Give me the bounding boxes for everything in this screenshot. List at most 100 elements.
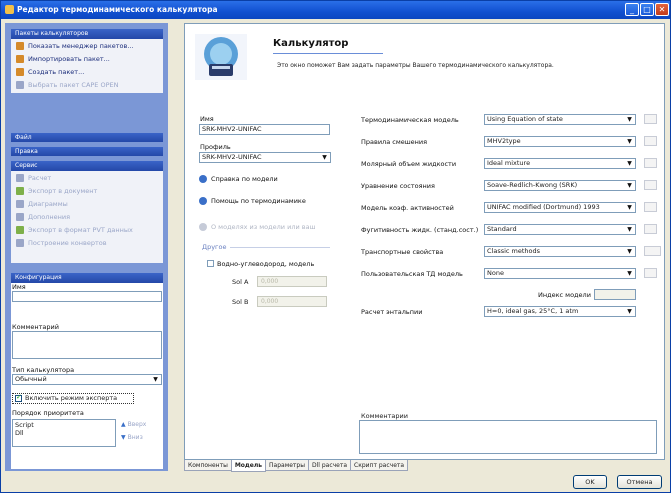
addons-item[interactable]: Дополнения (11, 210, 163, 223)
thermo-model-select[interactable]: Using Equation of state ▼ (484, 114, 636, 125)
sol-a-input[interactable]: 0,000 (257, 276, 327, 287)
chevron-down-icon: ▼ (627, 204, 632, 211)
page-description: Это окно поможет Вам задать параметры Ва… (277, 62, 554, 69)
help-model-label: Справка по модели (211, 175, 278, 183)
cape-open-icon (16, 80, 24, 89)
app-icon (5, 5, 14, 14)
enthalpy-select[interactable]: H=0, ideal gas, 25°C, 1 atm ▼ (484, 306, 636, 317)
priority-item[interactable]: Script (15, 421, 113, 429)
chevron-down-icon: ▼ (627, 308, 632, 315)
create-package-item[interactable]: Создать пакет... (11, 65, 163, 78)
mixing-rules-label: Правила смешения (361, 138, 428, 146)
transport-side-button[interactable] (644, 246, 661, 256)
export-document-label: Экспорт в документ (28, 186, 98, 195)
show-package-manager-item[interactable]: Показать менеджер пакетов... (11, 39, 163, 52)
thermo-model-side-button[interactable] (644, 114, 657, 124)
chevron-down-icon: ▼ (322, 154, 327, 161)
cancel-button[interactable]: Отмена (617, 475, 662, 489)
import-package-item[interactable]: Импортировать пакет... (11, 52, 163, 65)
file-section-bar[interactable]: Файл (11, 133, 163, 142)
priority-item[interactable]: Dll (15, 429, 113, 437)
ok-button[interactable]: OK (573, 475, 607, 489)
water-hc-label: Водно-углеводород, модель (217, 260, 315, 268)
calculate-item[interactable]: Расчет (11, 171, 163, 184)
group-divider (230, 247, 330, 248)
mixing-rules-side-button[interactable] (644, 136, 657, 146)
export-pvt-icon (16, 225, 24, 234)
comments-textarea[interactable] (359, 420, 657, 454)
help-icon (199, 175, 207, 183)
arrow-up-icon: ▲ (121, 421, 126, 428)
close-button[interactable]: ✕ (655, 3, 669, 16)
create-package-label: Создать пакет... (28, 67, 85, 76)
enthalpy-label: Расчет энтальпии (361, 308, 423, 316)
config-header[interactable]: Конфигурация (11, 273, 163, 283)
based-on-link[interactable]: О моделях из модели или ваш (199, 223, 316, 231)
fugacity-label: Фугитивность жидк. (станд.сост.) (361, 226, 479, 234)
help-thermo-link[interactable]: Помощь по термодинамике (199, 197, 306, 205)
model-index-input[interactable] (594, 289, 636, 300)
based-on-label: О моделях из модели или ваш (211, 223, 316, 231)
main-window: Редактор термодинамического калькулятора… (0, 0, 671, 493)
fugacity-side-button[interactable] (644, 224, 657, 234)
other-group: Другое Водно-углеводород, модель Sol A 0… (202, 243, 332, 307)
eos-select[interactable]: Soave-Redlich-Kwong (SRK) ▼ (484, 180, 636, 191)
help-model-link[interactable]: Справка по модели (199, 175, 278, 183)
fugacity-select[interactable]: Standard ▼ (484, 224, 636, 235)
calc-type-select[interactable]: Обычный ▼ (12, 374, 162, 385)
calculator-header-icon (195, 34, 247, 80)
liquid-volume-side-button[interactable] (644, 158, 657, 168)
create-package-icon (16, 67, 24, 76)
maximize-button[interactable]: □ (640, 3, 654, 16)
priority-list[interactable]: Script Dll (12, 419, 116, 447)
config-name-label: Имя (12, 283, 26, 291)
eos-label: Уравнение состояния (361, 182, 435, 190)
thermo-model-value: Using Equation of state (487, 115, 563, 123)
thermo-model-label: Термодинамическая модель (361, 116, 459, 124)
arrow-down-icon: ▼ (121, 434, 126, 441)
eos-side-button[interactable] (644, 180, 657, 190)
config-comment-input[interactable] (12, 331, 162, 359)
activity-model-side-button[interactable] (644, 202, 657, 212)
liquid-volume-select[interactable]: Ideal mixture ▼ (484, 158, 636, 169)
tab-calc-script[interactable]: Скрипт расчета (350, 460, 409, 471)
priority-down-button[interactable]: ▼ Вниз (121, 434, 143, 441)
liquid-volume-value: Ideal mixture (487, 159, 531, 167)
activity-model-select[interactable]: UNIFAC modified (Dortmund) 1993 ▼ (484, 202, 636, 213)
sol-b-input[interactable]: 0,000 (257, 296, 327, 307)
export-pvt-item[interactable]: Экспорт в формат PVT данных (11, 223, 163, 236)
minimize-button[interactable]: _ (625, 3, 639, 16)
profile-select[interactable]: SRK-MHV2-UNIFAC ▼ (199, 152, 331, 163)
tab-components[interactable]: Компоненты (184, 460, 232, 471)
envelope-icon (16, 238, 24, 247)
user-model-select[interactable]: None ▼ (484, 268, 636, 279)
config-name-input[interactable] (12, 291, 162, 302)
model-name-input[interactable]: SRK-MHV2-UNIFAC (199, 124, 330, 135)
expert-mode-checkbox[interactable]: Включить режим эксперта (12, 393, 134, 404)
export-document-item[interactable]: Экспорт в документ (11, 184, 163, 197)
eos-value: Soave-Redlich-Kwong (SRK) (487, 181, 578, 189)
tab-calc-dll[interactable]: Dll расчета (307, 460, 352, 471)
transport-select[interactable]: Classic methods ▼ (484, 246, 636, 257)
cape-open-item[interactable]: Выбрать пакет CAPE OPEN (11, 78, 163, 91)
tab-parameters[interactable]: Параметры (265, 460, 309, 471)
title-bar[interactable]: Редактор термодинамического калькулятора… (1, 1, 670, 19)
sol-a-label: Sol A (232, 278, 249, 286)
water-hc-checkbox[interactable]: Водно-углеводород, модель (207, 260, 314, 268)
service-header[interactable]: Сервис (11, 161, 163, 171)
export-document-icon (16, 186, 24, 195)
priority-up-button[interactable]: ▲ Вверх (121, 421, 146, 428)
tab-model[interactable]: Модель (230, 460, 267, 472)
user-model-side-button[interactable] (644, 268, 657, 278)
edit-section-bar[interactable]: Правка (11, 147, 163, 156)
envelope-item[interactable]: Построение конвертов (11, 236, 163, 249)
show-package-manager-label: Показать менеджер пакетов... (28, 41, 134, 50)
package-manager-icon (16, 41, 24, 50)
mixing-rules-select[interactable]: MHV2type ▼ (484, 136, 636, 147)
diagrams-item[interactable]: Диаграммы (11, 197, 163, 210)
priority-label: Порядок приоритета (12, 409, 84, 417)
sol-b-label: Sol B (232, 298, 249, 306)
import-package-label: Импортировать пакет... (28, 54, 110, 63)
packages-header[interactable]: Пакеты калькуляторов (11, 29, 163, 39)
transport-label: Транспортные свойства (361, 248, 444, 256)
